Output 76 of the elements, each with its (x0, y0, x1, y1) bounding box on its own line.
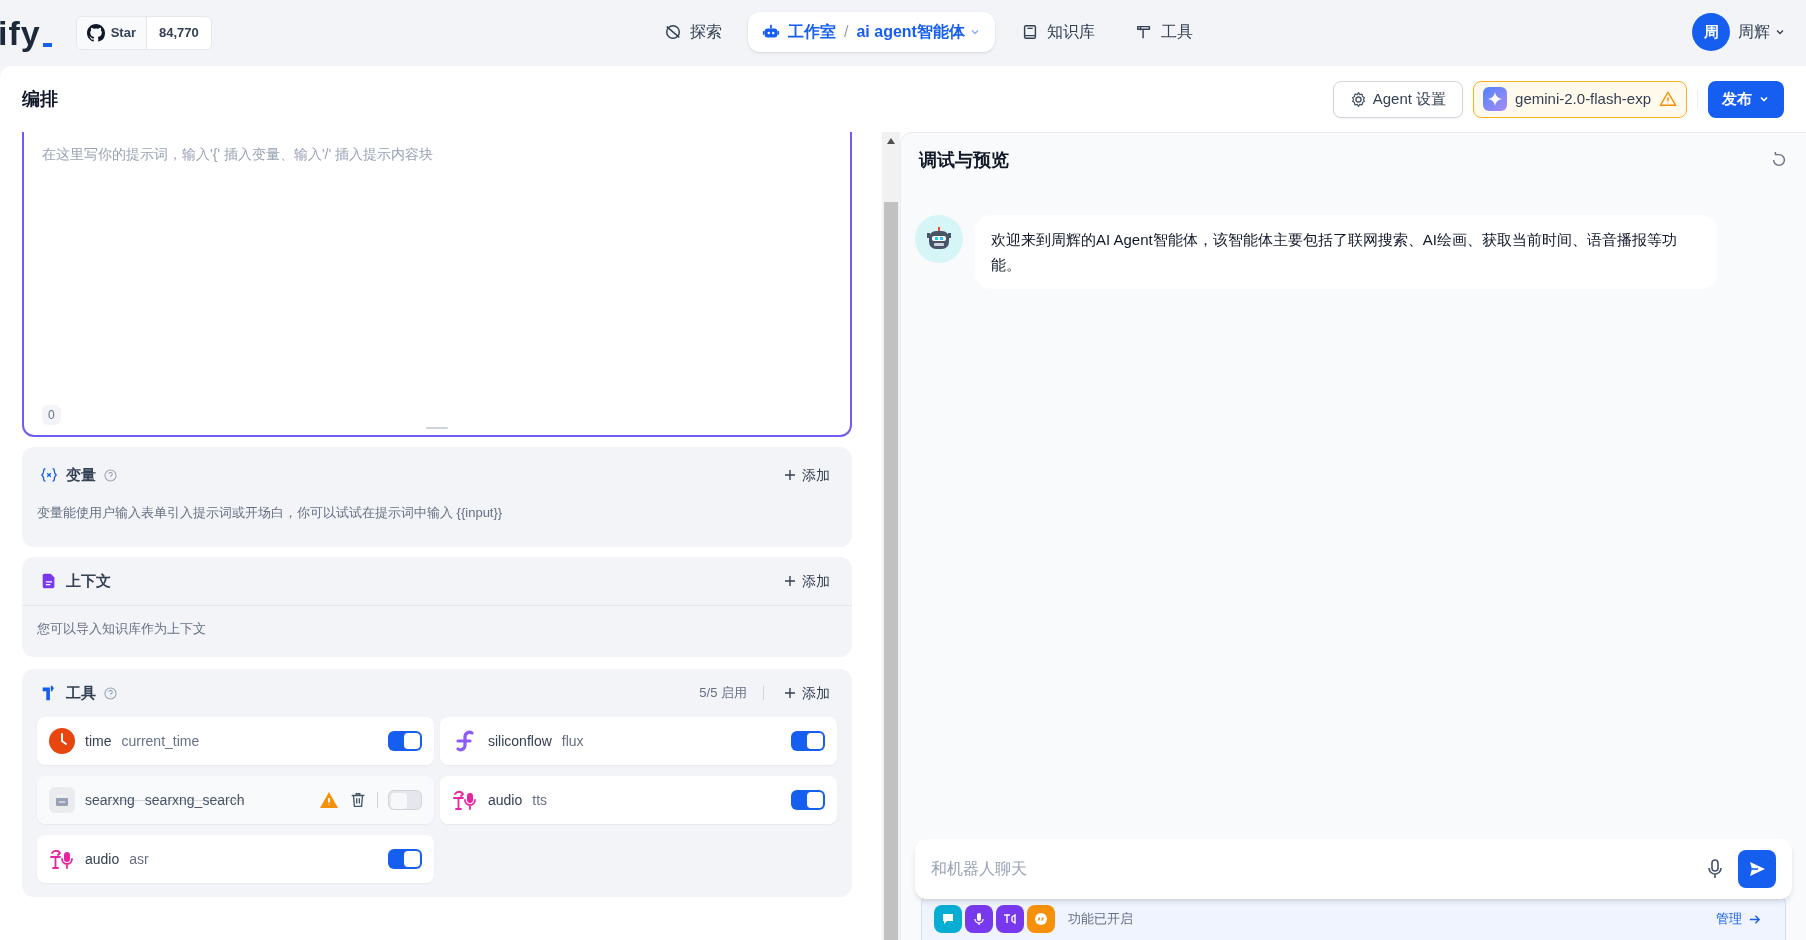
logo-text: ify (0, 16, 41, 50)
chat-bubble-icon (934, 905, 962, 933)
star-count: 84,770 (158, 24, 200, 43)
help-icon (104, 468, 117, 482)
toggle-switch[interactable] (388, 731, 422, 751)
compass-icon (664, 23, 682, 41)
section-title: 工具 (66, 682, 96, 703)
hammer-icon (1134, 23, 1153, 41)
section-title: 上下文 (66, 570, 111, 591)
github-icon (86, 24, 105, 42)
warning-icon (1659, 90, 1677, 108)
section-title: 变量 (66, 464, 96, 485)
send-button[interactable] (1738, 850, 1776, 888)
prompt-editor[interactable]: 在这里写你的提示词，输入'{' 插入变量、输入'/' 插入提示内容块 0 (22, 132, 852, 437)
user-menu[interactable]: 周辉 (1738, 20, 1786, 44)
logo-underscore (42, 43, 52, 47)
add-button[interactable]: 添加 (780, 464, 834, 486)
braces-variable-icon (40, 466, 58, 484)
tool-name: asr (129, 849, 149, 869)
help-icon (104, 686, 117, 700)
panel-title: 调试与预览 (919, 148, 1009, 172)
box-glyph-icon (55, 793, 69, 807)
chat-message: 欢迎来到周辉的AI Agent智能体，该智能体主要包括了联网搜索、AI绘画、获取当前时间、语音播报等功能。 (975, 215, 1717, 289)
character-count: 0 (42, 405, 61, 425)
add-button[interactable]: 添加 (780, 682, 834, 704)
agent-settings-button[interactable]: Agent 设置 (1332, 80, 1464, 118)
manage-link[interactable]: 管理 (1716, 909, 1761, 929)
text-speaker-icon (996, 905, 1024, 933)
tool-name: current_time (121, 731, 200, 751)
section-description: 您可以导入知识库作为上下文 (36, 620, 207, 638)
github-star-button[interactable]: Star 84,770 (75, 16, 212, 50)
tool-item[interactable]: siliconflow flux (440, 717, 837, 765)
nav-tab[interactable]: 工作室 / ai agent智能体 (748, 12, 995, 52)
tool-name: tts (532, 790, 548, 810)
tool-name: searxng_search (144, 790, 245, 810)
resize-handle[interactable] (426, 427, 448, 429)
clock-icon (49, 728, 75, 754)
enabled-count: 5/5 启用 (699, 684, 747, 703)
toggle-switch[interactable] (791, 790, 825, 810)
features-label: 功能已开启 (1068, 910, 1133, 929)
tool-item[interactable]: time current_time (37, 717, 434, 765)
quote-icon (1027, 905, 1055, 933)
app-selector[interactable]: ai agent智能体 (856, 20, 981, 44)
nav-tab[interactable]: 工具 (1120, 12, 1207, 52)
star-label: Star (110, 24, 136, 43)
tool-provider: time (85, 731, 112, 751)
tool-item[interactable]: audio asr (37, 835, 434, 883)
tool-provider: searxng (85, 790, 135, 810)
tool-provider: audio (488, 790, 523, 810)
microphone-icon (965, 905, 993, 933)
input-placeholder: 和机器人聊天 (931, 859, 1028, 879)
prompt-placeholder: 在这里写你的提示词，输入'{' 插入变量、输入'/' 插入提示内容块 (42, 145, 434, 164)
refresh-icon[interactable] (1770, 151, 1788, 169)
tool-provider: audio (85, 849, 120, 869)
user-avatar: 周 (1692, 13, 1730, 51)
publish-button[interactable]: 发布 (1708, 80, 1784, 118)
toggle-switch[interactable] (791, 731, 825, 751)
scroll-up-icon[interactable] (887, 138, 895, 144)
section-description: 变量能使用户输入表单引入提示词或开场白，你可以试试在提示词中输入 {{input}} (36, 504, 504, 522)
toggle-switch[interactable] (388, 849, 422, 869)
send-icon (1748, 860, 1766, 878)
plus-icon (784, 469, 796, 481)
nav-tab[interactable]: 探索 (650, 12, 736, 52)
plus-icon (784, 575, 796, 587)
tool-name: flux (561, 731, 584, 751)
plus-icon (784, 687, 796, 699)
settings-icon (1349, 90, 1367, 108)
tool-provider: siliconflow (488, 731, 552, 751)
add-button[interactable]: 添加 (780, 570, 834, 592)
nav-tab[interactable]: 知识库 (1006, 12, 1109, 52)
warning-icon (319, 790, 339, 810)
breadcrumb-separator: / (844, 22, 849, 42)
model-selector[interactable]: gemini-2.0-flash-exp (1473, 80, 1687, 118)
page-title: 编排 (22, 87, 58, 111)
sparkle-glyph-icon (1488, 92, 1503, 106)
tool-item[interactable]: audio tts (440, 776, 837, 824)
